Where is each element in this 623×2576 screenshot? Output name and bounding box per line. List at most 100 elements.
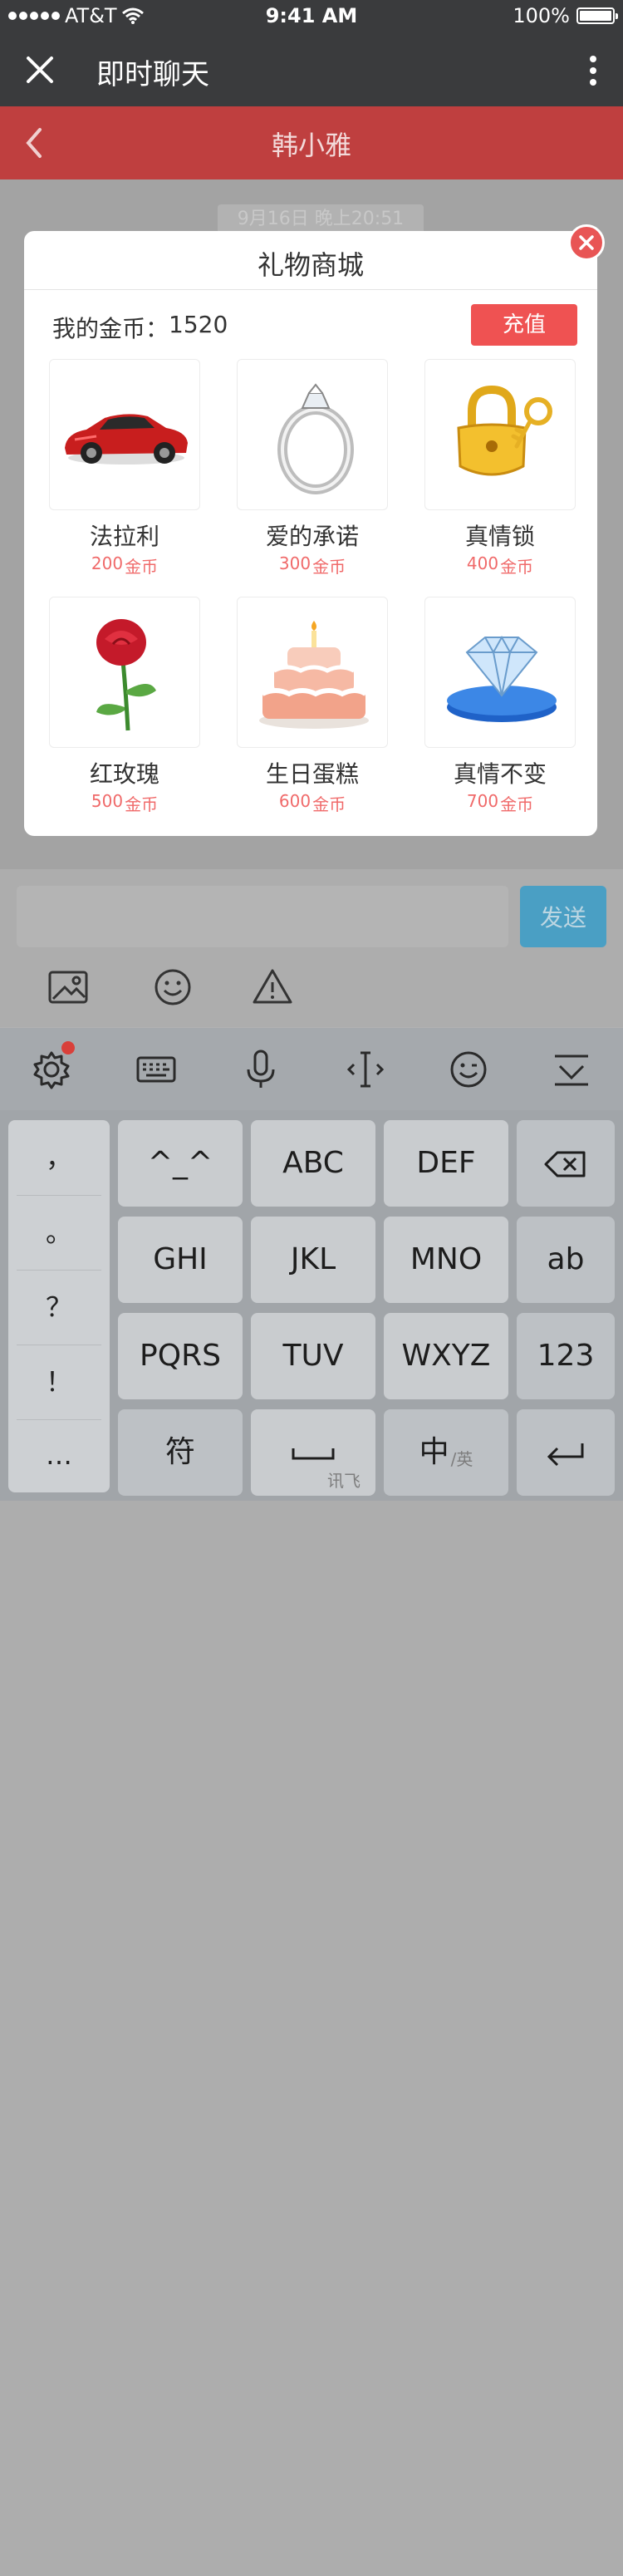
gift-price-value: 600 <box>278 791 312 811</box>
punct-key[interactable]: ， <box>8 1120 110 1195</box>
emoji-icon[interactable] <box>445 1046 492 1093</box>
backspace-key[interactable] <box>517 1120 615 1207</box>
gift-name: 爱的承诺 <box>265 523 359 550</box>
gift-item[interactable]: 红玫瑰 500 金币 <box>49 597 200 815</box>
gift-card[interactable] <box>237 597 388 748</box>
gift-card[interactable] <box>49 359 200 510</box>
gift-price-unit: 金币 <box>125 557 159 577</box>
key-jkl[interactable]: JKL <box>251 1217 375 1303</box>
gift-price-unit: 金币 <box>125 794 159 814</box>
return-icon <box>547 1443 584 1467</box>
app-bar: 即时聊天 <box>0 33 623 106</box>
gift-card[interactable] <box>424 359 576 510</box>
punct-key[interactable]: … <box>8 1418 110 1492</box>
battery-percent: 100% <box>513 4 570 27</box>
key-abc[interactable]: ABC <box>251 1120 375 1207</box>
diamond-icon <box>447 635 557 722</box>
gift-price-value: 300 <box>278 553 312 573</box>
gift-name: 真情锁 <box>464 523 535 550</box>
gift-price-unit: 金币 <box>312 557 346 577</box>
keyboard-icon[interactable] <box>133 1046 179 1093</box>
space-sub-label: 讯飞 <box>327 1471 361 1491</box>
emoji-icon[interactable] <box>151 966 194 1009</box>
gift-shop-modal: 礼物商城 我的金币： 1520 充值 法拉利 200 金币 爱的承诺 300 金… <box>24 231 597 836</box>
modal-close-button[interactable] <box>568 224 605 261</box>
close-icon[interactable] <box>22 52 58 88</box>
gift-name: 生日蛋糕 <box>265 760 359 788</box>
punct-key[interactable]: ！ <box>8 1345 110 1419</box>
language-key-sub: /英 <box>450 1449 473 1469</box>
punct-key[interactable]: 。 <box>8 1195 110 1270</box>
gift-price-unit: 金币 <box>312 794 346 814</box>
modal-title: 礼物商城 <box>257 249 364 281</box>
gift-price-unit: 金币 <box>500 794 534 814</box>
message-timestamp: 9月16日 晚上20:51 <box>218 204 424 234</box>
battery-icon <box>576 7 618 24</box>
gift-price: 400 金币 <box>424 553 576 578</box>
status-bar: AT&T 9:41 AM 100% <box>0 0 623 33</box>
gift-price: 200 金币 <box>49 553 200 578</box>
divider <box>24 289 597 290</box>
gift-price: 500 金币 <box>49 791 200 815</box>
gift-item[interactable]: 真情不变 700 金币 <box>424 597 576 815</box>
status-right: 100% <box>513 4 618 27</box>
key-def[interactable]: DEF <box>384 1120 508 1207</box>
gift-item[interactable]: 法拉利 200 金币 <box>49 359 200 578</box>
language-key[interactable]: 中/英 <box>384 1409 508 1496</box>
gift-name: 法拉利 <box>89 523 159 550</box>
key-wxyz[interactable]: WXYZ <box>384 1313 508 1399</box>
key-mno[interactable]: MNO <box>384 1217 508 1303</box>
gift-item[interactable]: 真情锁 400 金币 <box>424 359 576 578</box>
close-icon <box>579 235 594 250</box>
gift-price: 300 金币 <box>237 553 388 578</box>
collapse-icon[interactable] <box>548 1046 595 1093</box>
cursor-icon[interactable] <box>342 1046 389 1093</box>
gift-price-unit: 金币 <box>500 557 534 577</box>
birthday-cake-icon <box>259 621 369 729</box>
space-key[interactable]: 讯飞 <box>251 1409 375 1496</box>
gift-name: 红玫瑰 <box>89 760 159 788</box>
lock-and-key-icon <box>457 385 552 476</box>
chat-header: 韩小雅 <box>0 106 623 179</box>
key-emoticon[interactable]: ^_^ <box>118 1120 243 1207</box>
key-ghi[interactable]: GHI <box>118 1217 243 1303</box>
send-button[interactable]: 发送 <box>520 886 606 947</box>
key-tuv[interactable]: TUV <box>251 1313 375 1399</box>
app-title: 即时聊天 <box>96 58 209 91</box>
sports-car-icon <box>65 414 188 465</box>
gift-card[interactable] <box>424 597 576 748</box>
image-icon[interactable] <box>47 966 90 1009</box>
microphone-icon[interactable] <box>238 1046 284 1093</box>
backspace-icon <box>544 1151 586 1177</box>
punct-key[interactable]: ？ <box>8 1270 110 1345</box>
gift-card[interactable] <box>237 359 388 510</box>
gift-price-value: 200 <box>91 553 124 573</box>
coins-balance: 我的金币： 1520 <box>52 311 228 344</box>
message-input[interactable] <box>17 886 508 947</box>
gift-price-value: 500 <box>91 791 124 811</box>
diamond-ring-icon <box>277 383 354 494</box>
language-key-label: 中 <box>419 1435 449 1469</box>
gift-price: 700 金币 <box>424 791 576 815</box>
enter-key[interactable] <box>517 1409 615 1496</box>
gift-price: 600 金币 <box>237 791 388 815</box>
gift-item[interactable]: 爱的承诺 300 金币 <box>237 359 388 578</box>
contact-name: 韩小雅 <box>271 130 351 161</box>
key-pqrs[interactable]: PQRS <box>118 1313 243 1399</box>
symbol-key[interactable]: 符 <box>118 1409 243 1496</box>
notification-badge <box>61 1041 75 1054</box>
gift-item[interactable]: 生日蛋糕 600 金币 <box>237 597 388 815</box>
recharge-button[interactable]: 充值 <box>471 304 577 346</box>
gift-name: 真情不变 <box>453 760 547 788</box>
punctuation-column: ， 。 ？ ！ … <box>8 1120 110 1492</box>
warning-icon[interactable] <box>251 966 294 1009</box>
coins-value: 1520 <box>169 311 228 338</box>
more-vertical-icon[interactable] <box>588 55 598 86</box>
red-rose-icon <box>96 619 156 731</box>
keyboard: ， 。 ？ ！ … ^_^ ABC DEF GHI JKL MNO ab PQR… <box>0 1110 623 1501</box>
gift-price-value: 700 <box>466 791 499 811</box>
key-123[interactable]: 123 <box>517 1313 615 1399</box>
key-ab[interactable]: ab <box>517 1217 615 1303</box>
gift-price-value: 400 <box>466 553 499 573</box>
gift-card[interactable] <box>49 597 200 748</box>
